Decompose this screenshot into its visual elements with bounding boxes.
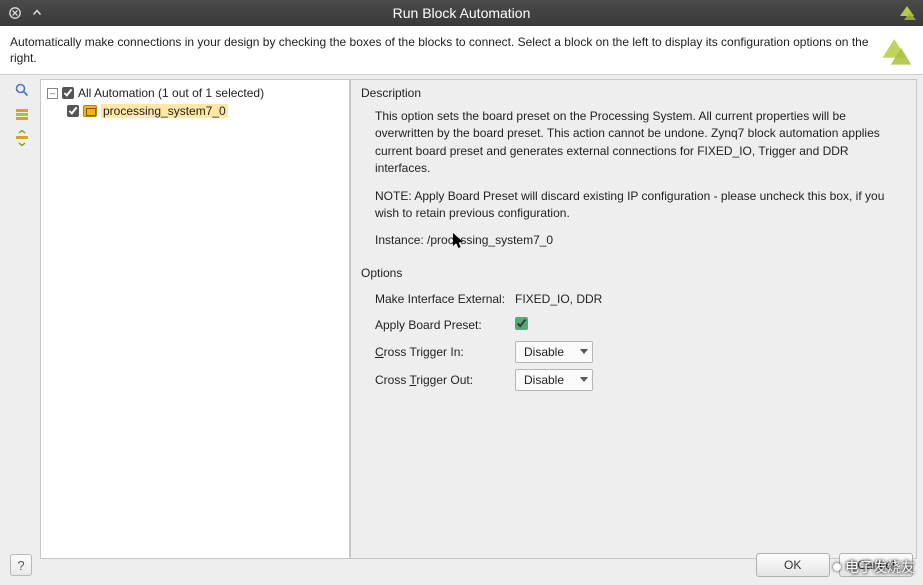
tree-root-row[interactable]: – All Automation (1 out of 1 selected) [47,84,343,102]
option-make-external: Make Interface External: FIXED_IO, DDR [361,286,906,312]
option-cross-trigger-out: Cross Trigger Out: Disable [361,366,906,394]
apply-preset-label: Apply Board Preset: [375,318,515,332]
tree-root-checkbox[interactable] [62,87,74,99]
cancel-button[interactable]: Cancel [839,553,913,577]
info-banner-text: Automatically make connections in your d… [10,34,869,66]
options-block: Make Interface External: FIXED_IO, DDR A… [361,286,906,394]
ok-button[interactable]: OK [756,553,830,577]
automation-tree: – All Automation (1 out of 1 selected) p… [40,79,350,559]
window-title: Run Block Automation [0,5,923,21]
tree-toggle-icon[interactable]: – [47,88,58,99]
cross-trigger-in-value: Disable [524,345,564,359]
apply-preset-checkbox[interactable] [515,317,528,330]
cross-trigger-out-value: Disable [524,373,564,387]
option-apply-preset: Apply Board Preset: [361,312,906,338]
expand-all-icon[interactable] [12,105,32,123]
make-external-value: FIXED_IO, DDR [515,292,602,306]
tree-toolbar [6,79,40,559]
cross-trigger-out-label: Cross Trigger Out: [375,373,515,387]
make-external-label: Make Interface External: [375,292,515,306]
titlebar: Run Block Automation [0,0,923,26]
vendor-logo-icon [879,34,913,68]
app-logo-icon [897,3,917,26]
search-icon[interactable] [12,81,32,99]
option-cross-trigger-in: Cross Trigger In: Disable [361,338,906,366]
help-icon: ? [17,558,24,573]
cross-trigger-in-dropdown[interactable]: Disable [515,341,593,363]
options-heading: Options [361,266,906,280]
config-panel: Description This option sets the board p… [350,79,917,559]
tree-child-row[interactable]: processing_system7_0 [47,102,343,120]
content-area: – All Automation (1 out of 1 selected) p… [0,75,923,559]
window-collapse-button[interactable] [28,4,46,22]
ip-block-icon [83,105,97,117]
tree-root-label: All Automation (1 out of 1 selected) [78,86,264,100]
tree-child-checkbox[interactable] [67,105,79,117]
description-paragraph-1: This option sets the board preset on the… [375,108,906,178]
description-block: This option sets the board preset on the… [361,106,906,266]
dialog-footer: ? OK Cancel [0,545,923,585]
tree-child-label: processing_system7_0 [101,104,228,118]
collapse-all-icon[interactable] [12,129,32,147]
window-close-button[interactable] [6,4,24,22]
description-instance: Instance: /processing_system7_0 [375,232,906,249]
chevron-down-icon [580,349,588,354]
help-button[interactable]: ? [10,554,32,576]
cross-trigger-out-dropdown[interactable]: Disable [515,369,593,391]
info-banner: Automatically make connections in your d… [0,26,923,75]
description-heading: Description [361,86,906,100]
description-paragraph-2: NOTE: Apply Board Preset will discard ex… [375,188,906,223]
chevron-down-icon [580,377,588,382]
cross-trigger-in-label: Cross Trigger In: [375,345,515,359]
